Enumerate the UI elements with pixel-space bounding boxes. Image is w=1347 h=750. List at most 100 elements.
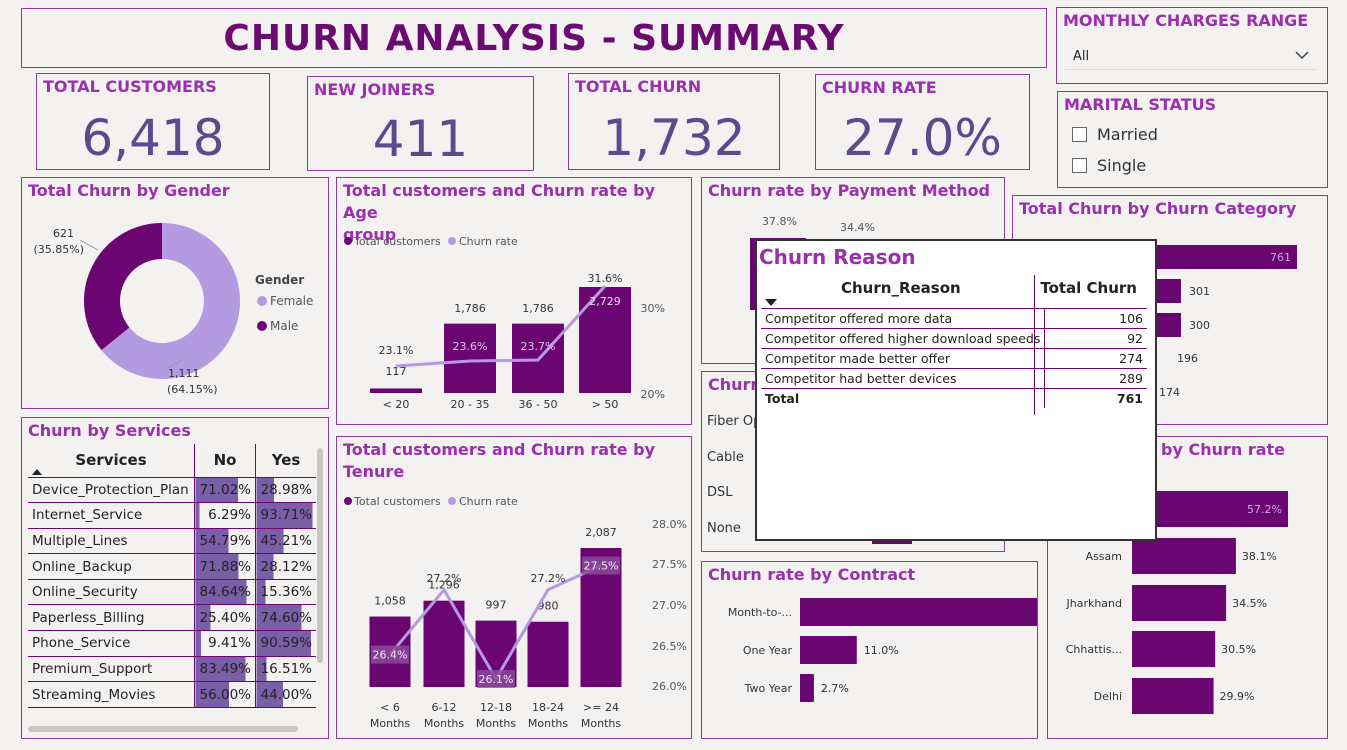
total-value: 761	[1044, 388, 1147, 408]
title-banner: CHURN ANALYSIS - SUMMARY	[21, 8, 1047, 68]
table-row[interactable]: Online_Backup 71.88% 28.12%	[28, 553, 316, 580]
age-bar[interactable]	[444, 323, 496, 393]
sort-descending-icon	[765, 299, 777, 306]
horizontal-scrollbar[interactable]	[28, 726, 298, 732]
gender-chart-panel: Total Churn by Gender 621 (35.85%) 1,111…	[21, 177, 329, 409]
rate-data-label: 27.2%	[531, 572, 566, 585]
marital-option-married[interactable]: Married	[1072, 125, 1158, 144]
category-label: Jharkhand	[1065, 597, 1122, 610]
no-pct-cell: 84.64%	[194, 579, 256, 606]
slicer-title: MARITAL STATUS	[1064, 95, 1217, 114]
category-label: < 6	[380, 701, 400, 714]
table-row[interactable]: Phone_Service 9.41% 90.59%	[28, 630, 316, 657]
data-label: 301	[1189, 285, 1210, 298]
tooltip-header-row: Churn_Reason Total Churn	[761, 275, 1147, 415]
monthly-charges-dropdown[interactable]: All	[1065, 42, 1317, 70]
churn-reason-table: Competitor offered more data 106 Competito…	[761, 309, 1147, 408]
customers-data-label: 2,087	[585, 526, 617, 539]
service-name-cell: Streaming_Movies	[28, 681, 195, 708]
column-header-no[interactable]: No	[194, 444, 256, 478]
data-label: 300	[1189, 319, 1210, 332]
male-pct-label: (35.85%)	[33, 243, 84, 256]
contract-bar[interactable]	[800, 636, 857, 664]
donut-slice-male[interactable]	[84, 223, 163, 351]
kpi-churn-rate: CHURN RATE 27.0%	[815, 74, 1030, 170]
category-bar[interactable]	[1153, 313, 1181, 337]
legend-rate-marker	[448, 497, 456, 505]
contract-bar[interactable]	[800, 598, 1037, 626]
tenure-bar[interactable]	[527, 621, 569, 687]
reason-cell: Competitor had better devices	[761, 368, 1045, 389]
total-churn-cell: 289	[1044, 368, 1147, 389]
axis-tick: 20%	[641, 388, 665, 401]
customers-data-label: 1,058	[374, 595, 406, 608]
table-row[interactable]: Device_Protection_Plan 71.02% 28.98%	[28, 477, 316, 504]
data-label: 196	[1177, 352, 1198, 365]
table-row[interactable]: Premium_Support 83.49% 16.51%	[28, 656, 316, 683]
slicer-title: MONTHLY CHARGES RANGE	[1063, 11, 1309, 30]
column-header-services[interactable]: Services	[28, 444, 195, 478]
table-row[interactable]: Competitor offered more data 106	[761, 309, 1147, 329]
reason-cell: Competitor offered higher download speed…	[761, 328, 1045, 349]
churn-reason-tooltip: Churn Reason Churn_Reason Total Churn Co…	[755, 239, 1157, 541]
column-header-reason[interactable]: Churn_Reason	[841, 279, 961, 297]
category-label: 18-24	[532, 701, 564, 714]
table-row[interactable]: Competitor offered higher download speed…	[761, 328, 1147, 349]
no-pct-cell: 83.49%	[194, 656, 256, 683]
table-row[interactable]: Internet_Service 6.29% 93.71%	[28, 502, 316, 529]
category-label: One Year	[743, 644, 793, 657]
state-bar[interactable]	[1132, 631, 1216, 667]
service-name-cell: Premium_Support	[28, 656, 195, 683]
rate-data-label: 23.7%	[521, 340, 556, 353]
legend-female-marker	[257, 296, 267, 306]
table-row[interactable]: Streaming_Movies 56.00% 44.00%	[28, 681, 316, 708]
yes-pct-cell: 90.59%	[255, 630, 316, 657]
data-label: 37.8%	[762, 215, 797, 228]
no-pct-cell: 6.29%	[194, 502, 256, 529]
column-header-total[interactable]: Total Churn	[1040, 279, 1137, 297]
category-label: 36 - 50	[519, 398, 558, 411]
services-table-panel: Churn by Services Services No Yes Device…	[21, 417, 329, 739]
contract-chart-panel: Churn rate by Contract Month-to-...46.5%…	[701, 561, 1038, 739]
no-pct-cell: 25.40%	[194, 604, 256, 632]
yes-pct-cell: 74.60%	[255, 604, 316, 632]
legend-customers-marker	[344, 237, 352, 245]
tenure-combo-chart: Total customers Churn rate 28.0% 27.5% 2…	[344, 495, 687, 730]
category-label: Assam	[1086, 550, 1122, 563]
table-row[interactable]: Competitor had better devices 289	[761, 368, 1147, 389]
kpi-title: CHURN RATE	[822, 78, 937, 97]
legend-male-label: Male	[270, 319, 298, 333]
table-row[interactable]: Competitor made better offer 274	[761, 348, 1147, 369]
column-header-yes[interactable]: Yes	[255, 444, 316, 478]
state-bar[interactable]	[1132, 678, 1214, 714]
services-table: Services No Yes Device_Protection_Plan 71…	[28, 444, 316, 708]
axis-tick: 26.5%	[652, 640, 687, 653]
no-pct-cell: 71.88%	[194, 553, 256, 580]
monthly-charges-slicer: MONTHLY CHARGES RANGE All	[1056, 7, 1328, 84]
contract-bar[interactable]	[800, 674, 814, 702]
total-churn-cell: 92	[1044, 328, 1147, 349]
kpi-value: 411	[372, 110, 469, 168]
marital-option-single[interactable]: Single	[1072, 156, 1146, 175]
age-bar[interactable]	[370, 388, 422, 393]
table-row[interactable]: Multiple_Lines 54.79% 45.21%	[28, 528, 316, 555]
table-row[interactable]: Online_Security 84.64% 15.36%	[28, 579, 316, 606]
legend-title: Gender	[255, 273, 304, 287]
data-label: 38.1%	[1242, 550, 1277, 563]
rate-data-label: 27.5%	[584, 560, 619, 573]
customers-data-label: 1,786	[522, 302, 554, 315]
female-value-label: 1,111	[168, 367, 200, 380]
state-bar[interactable]	[1132, 538, 1236, 574]
category-bar[interactable]	[1153, 279, 1181, 303]
category-label: < 20	[383, 398, 410, 411]
category-label: Months	[424, 717, 464, 730]
tooltip-title: Churn Reason	[759, 245, 916, 269]
age-chart-panel: Total customers and Churn rate by Age gro…	[336, 177, 692, 425]
kpi-title: TOTAL CUSTOMERS	[43, 77, 217, 96]
table-row[interactable]: Paperless_Billing 25.40% 74.60%	[28, 604, 316, 632]
vertical-scrollbar[interactable]	[317, 448, 323, 663]
state-bar[interactable]	[1132, 585, 1227, 621]
legend-female-label: Female	[270, 294, 313, 308]
service-name-cell: Internet_Service	[28, 502, 195, 529]
category-label: DSL	[707, 485, 733, 500]
